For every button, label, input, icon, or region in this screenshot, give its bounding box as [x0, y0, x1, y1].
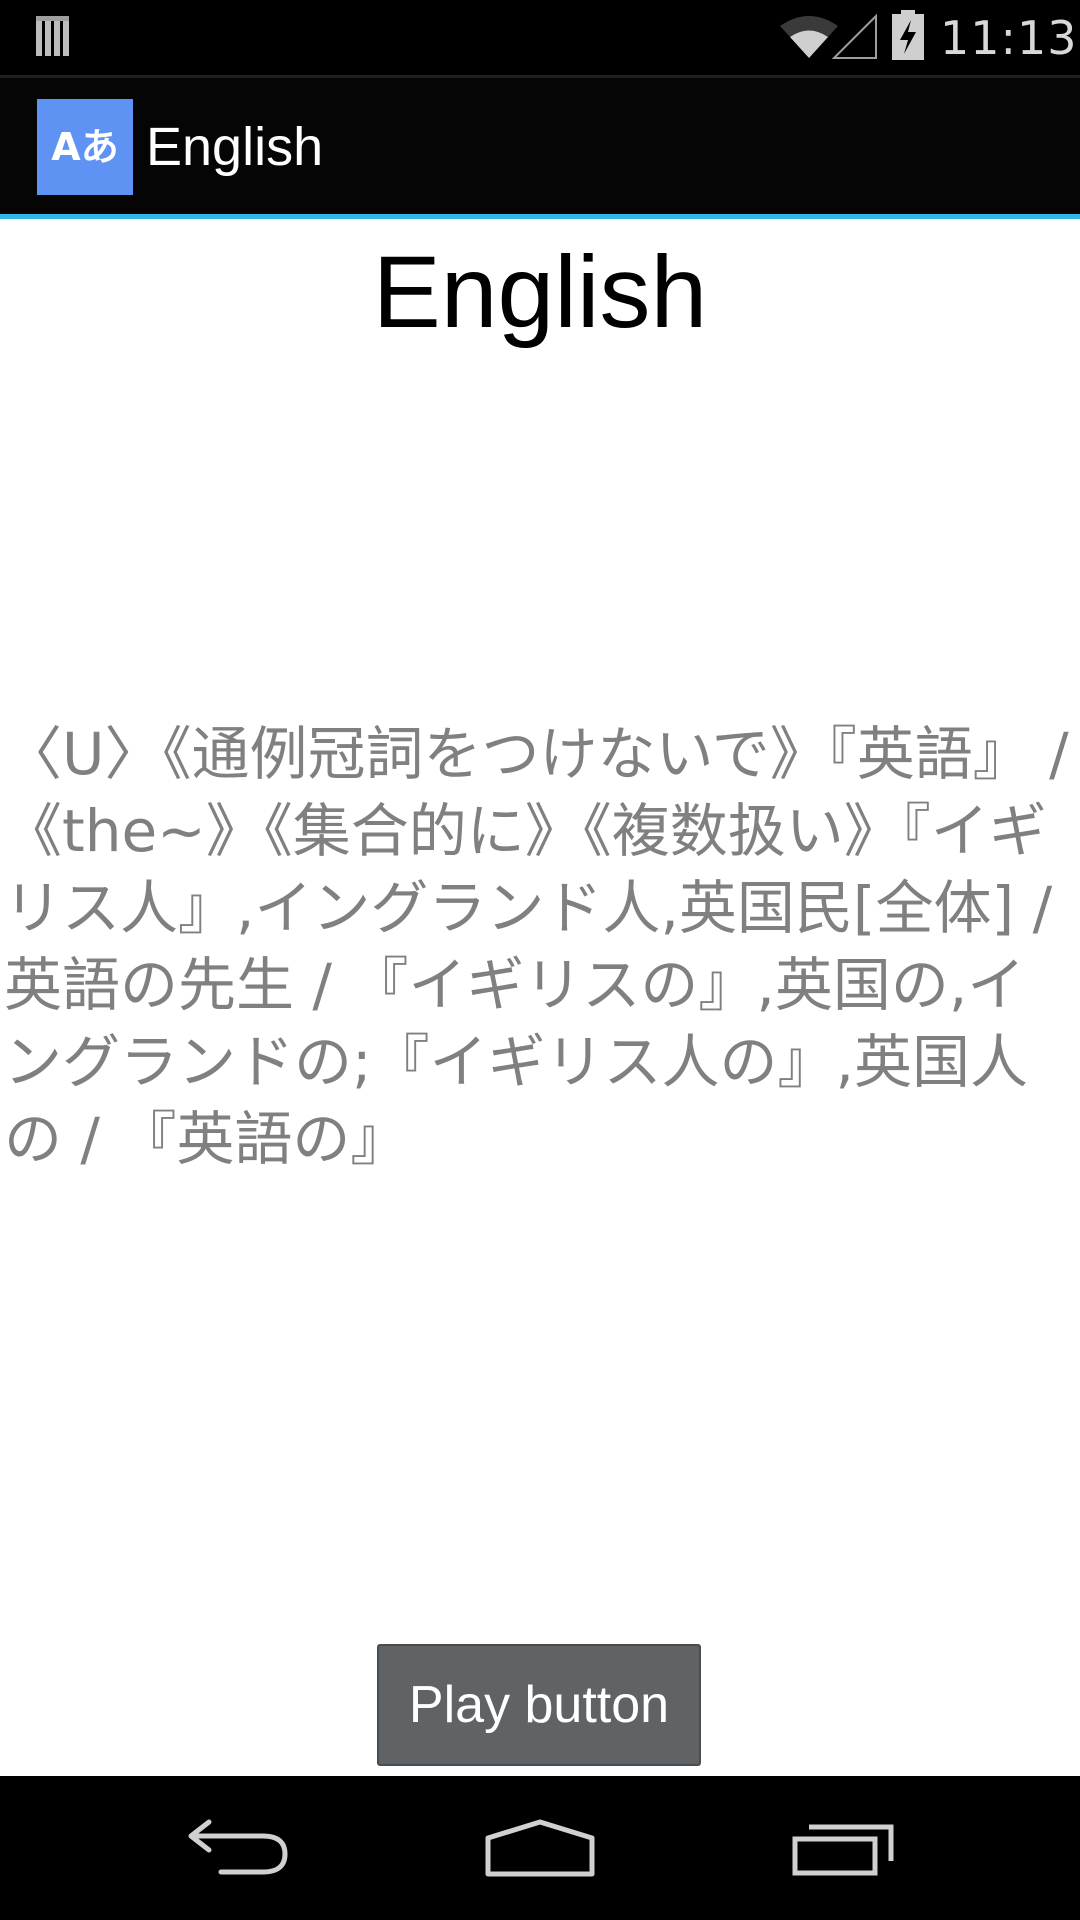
home-icon [485, 1819, 595, 1877]
word-heading: English [372, 235, 708, 349]
signal-icon [832, 13, 877, 59]
status-bar: 11:13 [0, 0, 1080, 78]
notification-icon [36, 16, 69, 56]
recent-apps-icon [792, 1824, 894, 1876]
definition-text: 〈U〉《通例冠詞をつけないで》『英語』 / 《the~》《集合的に》《複数扱い》… [4, 720, 1069, 1173]
back-icon [188, 1819, 288, 1875]
home-button[interactable] [420, 1776, 660, 1920]
back-button[interactable] [119, 1776, 359, 1920]
battery-charging-icon [892, 10, 924, 60]
navigation-bar [0, 1776, 1080, 1920]
screen: 11:13 Aあ English English 〈U〉《通例冠詞をつけないで》… [0, 0, 1080, 1920]
recent-apps-button[interactable] [723, 1776, 963, 1920]
action-bar-accent-line [0, 214, 1080, 219]
status-clock: 11:13 [940, 11, 1078, 65]
play-button[interactable]: Play button [377, 1644, 701, 1766]
wifi-icon [780, 16, 838, 58]
app-icon[interactable]: Aあ [37, 99, 133, 195]
action-bar: Aあ English [0, 78, 1080, 214]
action-bar-title: English [146, 117, 324, 177]
